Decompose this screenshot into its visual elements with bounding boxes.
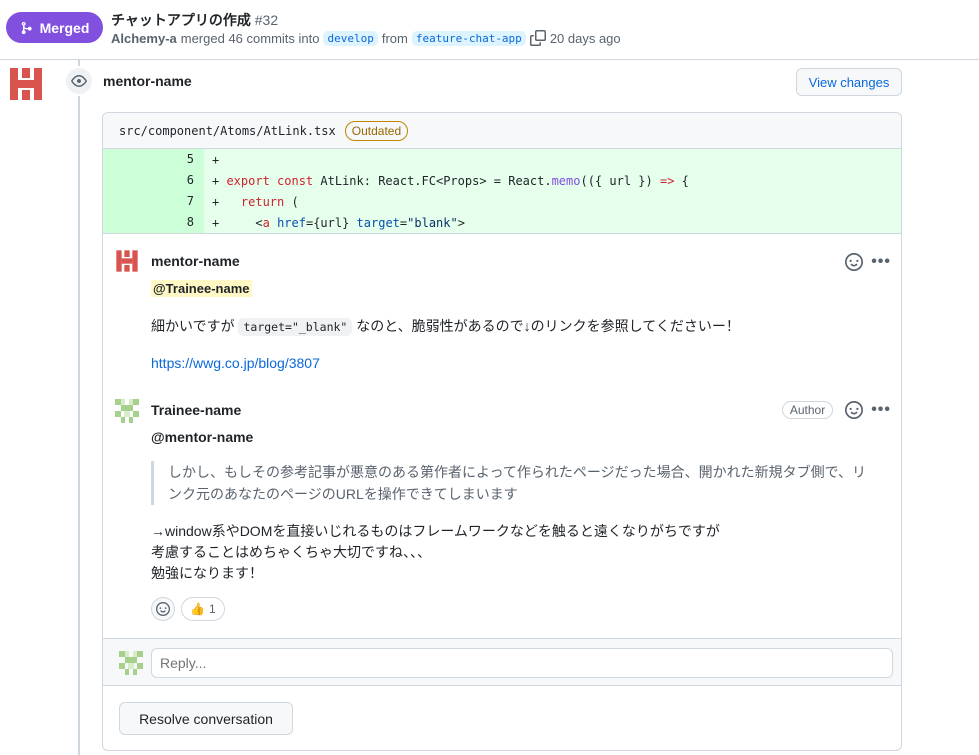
comment-actions: Author ••• bbox=[781, 401, 891, 419]
blog-link[interactable]: https://wwg.co.jp/blog/3807 bbox=[151, 355, 320, 371]
thumbs-up-reaction[interactable]: 👍 1 bbox=[181, 597, 225, 621]
merged-status-badge: Merged bbox=[6, 12, 103, 43]
comment-text-before: 細かいですが bbox=[151, 318, 235, 334]
reaction-count: 1 bbox=[208, 602, 216, 616]
file-header: src/component/Atoms/AtLink.tsx Outdated bbox=[103, 113, 901, 149]
mentor-avatar[interactable] bbox=[8, 66, 44, 102]
pr-title-text: チャットアプリの作成 bbox=[111, 12, 251, 28]
comment-author[interactable]: Trainee-name bbox=[151, 402, 241, 418]
comment-line: →window系やDOMを直接いじれるものはフレームワークなどを触ると遠くなりが… bbox=[151, 523, 720, 539]
diff-prefix: + bbox=[212, 215, 256, 230]
code-token: return bbox=[240, 194, 285, 209]
blockquote: しかし、もしその参考記事が悪意のある第作者によって作られたページだった場合、開か… bbox=[151, 461, 879, 505]
comment-body: 細かいですが target="_blank" なのと、脆弱性があるので↓のリンク… bbox=[151, 316, 740, 336]
time-ago: 20 days ago bbox=[549, 30, 621, 46]
line-number[interactable]: 6 bbox=[103, 170, 204, 191]
diff-line: 8 + <a href={url} target="blank"> bbox=[103, 212, 901, 233]
code-token: < bbox=[255, 215, 263, 230]
line-number[interactable]: 7 bbox=[103, 191, 204, 212]
head-branch[interactable]: feature-chat-app bbox=[411, 30, 526, 46]
code-content: + bbox=[204, 153, 219, 167]
diff-prefix: + bbox=[212, 152, 220, 167]
comment-avatar-mentor[interactable] bbox=[115, 249, 139, 273]
review-thread: src/component/Atoms/AtLink.tsx Outdated … bbox=[102, 112, 902, 751]
reply-input[interactable] bbox=[151, 648, 893, 678]
code-token: export bbox=[226, 173, 278, 188]
line-number[interactable]: 8 bbox=[103, 212, 204, 233]
merged-text: merged 46 commits into bbox=[180, 30, 320, 46]
code-token: "blank" bbox=[407, 215, 458, 230]
from-text: from bbox=[381, 30, 408, 46]
comment-line: 勉強になります！ bbox=[151, 565, 263, 581]
merge-icon bbox=[21, 21, 32, 34]
code-token: href bbox=[277, 215, 306, 230]
comment-paragraph: →window系やDOMを直接いじれるものはフレームワークなどを触ると遠くなりが… bbox=[151, 521, 720, 584]
code-content: + return ( bbox=[204, 195, 299, 209]
code-token: { bbox=[674, 173, 689, 188]
add-reaction-icon[interactable] bbox=[845, 401, 864, 419]
mention-mentor[interactable]: @mentor-name bbox=[151, 429, 253, 445]
code-token: memo bbox=[551, 173, 581, 188]
comment-line: 考慮することはめちゃくちゃ大切ですね、、、 bbox=[151, 544, 431, 560]
code-token: => bbox=[659, 173, 675, 188]
more-options-icon[interactable]: ••• bbox=[871, 402, 891, 418]
copy-icon[interactable] bbox=[529, 30, 546, 46]
line-number[interactable]: 5 bbox=[103, 149, 204, 170]
add-reaction-icon[interactable] bbox=[845, 253, 864, 271]
code-content: + export const AtLink: React.FC<Props> =… bbox=[204, 174, 689, 188]
code-token: ( bbox=[284, 194, 299, 209]
code-token: AtLink: React.FC<Props> = React. bbox=[320, 173, 552, 188]
diff-line: 7 + return ( bbox=[103, 191, 901, 212]
timeline-line bbox=[78, 60, 80, 755]
outdated-badge: Outdated bbox=[344, 120, 409, 141]
pr-author-link[interactable]: Alchemy-a bbox=[111, 31, 177, 46]
merged-status-label: Merged bbox=[39, 19, 90, 36]
comment-avatar-trainee[interactable] bbox=[115, 399, 139, 423]
inline-code: target="_blank" bbox=[238, 318, 353, 336]
resolve-conversation-button[interactable]: Resolve conversation bbox=[119, 702, 293, 735]
reply-avatar bbox=[119, 651, 143, 675]
smiley-icon bbox=[156, 602, 170, 616]
view-changes-button[interactable]: View changes bbox=[796, 68, 902, 96]
eye-icon bbox=[71, 75, 87, 87]
reviewer-name[interactable]: mentor-name bbox=[103, 73, 192, 89]
code-token: (({ url }) bbox=[580, 173, 660, 188]
base-branch[interactable]: develop bbox=[323, 30, 378, 46]
diff-prefix: + bbox=[212, 173, 227, 188]
review-eye-badge bbox=[64, 66, 94, 96]
pr-title: チャットアプリの作成 #32 bbox=[111, 10, 278, 30]
diff-block: 5 +6 + export const AtLink: React.FC<Props… bbox=[103, 149, 901, 234]
comment-trainee: Trainee-name Author ••• @mentor-name しかし… bbox=[103, 393, 901, 633]
comment-actions: ••• bbox=[845, 253, 891, 271]
code-token: a bbox=[262, 215, 270, 230]
reply-area bbox=[103, 638, 901, 686]
thumbs-up-icon: 👍 bbox=[190, 602, 205, 616]
add-reaction-button[interactable] bbox=[151, 597, 175, 621]
mention-trainee[interactable]: @Trainee-name bbox=[151, 280, 252, 297]
pr-meta: Alchemy-a merged 46 commits into develop… bbox=[111, 30, 621, 46]
code-token: target bbox=[356, 215, 400, 230]
code-token: ={url} bbox=[305, 215, 357, 230]
pr-number: #32 bbox=[254, 12, 279, 28]
author-badge: Author bbox=[781, 401, 834, 419]
comment-text-after: なのと、脆弱性があるので↓のリンクを参照してくださいー！ bbox=[356, 318, 740, 334]
pr-header: Merged チャットアプリの作成 #32 Alchemy-a merged 4… bbox=[0, 0, 979, 60]
comment-mentor: mentor-name ••• @Trainee-name 細かいですが tar… bbox=[103, 233, 901, 393]
code-token: const bbox=[277, 173, 321, 188]
diff-line: 5 + bbox=[103, 149, 901, 170]
diff-line: 6 + export const AtLink: React.FC<Props> … bbox=[103, 170, 901, 191]
diff-prefix: + bbox=[212, 194, 241, 209]
comment-author[interactable]: mentor-name bbox=[151, 253, 240, 269]
code-content: + <a href={url} target="blank"> bbox=[204, 216, 465, 230]
file-path[interactable]: src/component/Atoms/AtLink.tsx bbox=[119, 124, 336, 138]
more-options-icon[interactable]: ••• bbox=[871, 254, 891, 270]
code-token: > bbox=[457, 215, 465, 230]
